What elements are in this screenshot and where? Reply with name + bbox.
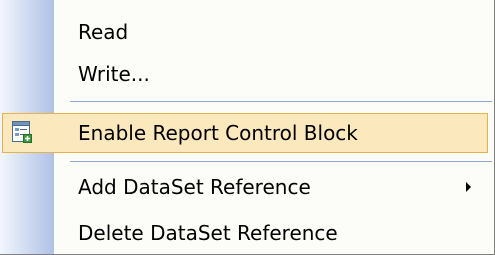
menu-item-delete-dataset-reference[interactable]: Delete DataSet Reference [0, 214, 494, 252]
menu-item-enable-report-control-block[interactable]: Enable Report Control Block [0, 113, 494, 153]
submenu-arrow-icon [466, 182, 471, 192]
report-control-block-icon [10, 120, 34, 144]
menu-separator [70, 161, 492, 162]
menu-item-label: Enable Report Control Block [78, 121, 358, 145]
menu-item-label: Delete DataSet Reference [78, 221, 338, 245]
menu-item-label: Add DataSet Reference [78, 175, 311, 199]
menu-item-add-dataset-reference[interactable]: Add DataSet Reference [0, 168, 494, 206]
menu-item-write[interactable]: Write... [0, 55, 494, 93]
context-menu: Read Write... Enable Report Control Bloc… [0, 0, 495, 255]
menu-item-read[interactable]: Read [0, 13, 494, 51]
menu-item-label: Write... [78, 62, 150, 86]
menu-separator [70, 101, 492, 102]
menu-item-label: Read [78, 20, 129, 44]
